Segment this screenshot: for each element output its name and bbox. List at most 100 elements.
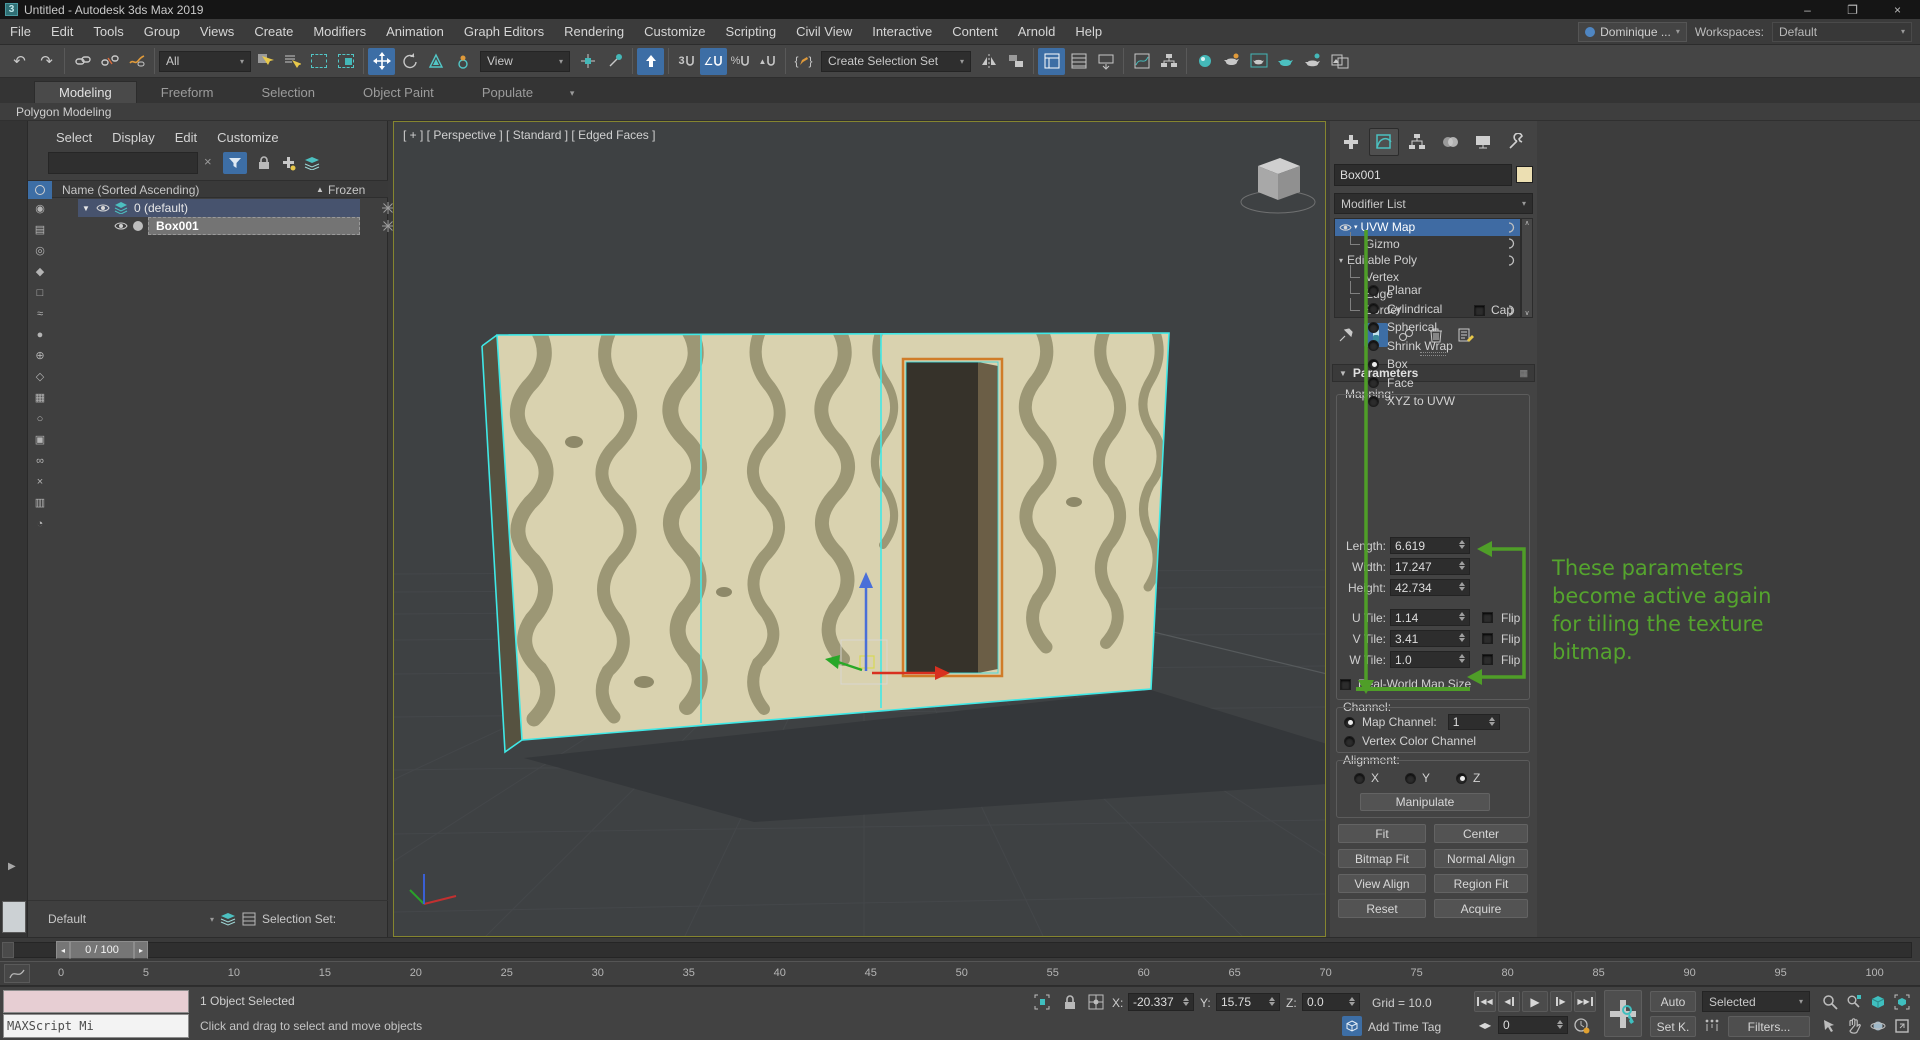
uvw-tool-button[interactable]: Center [1434,824,1528,843]
render-production-icon[interactable] [1272,48,1299,75]
display-geometry-icon[interactable]: ▤ [28,219,52,240]
explorer-column-header[interactable]: Name (Sorted Ascending) ▲ Frozen [28,180,388,199]
x-coordinate-field[interactable]: -20.337 [1128,993,1194,1011]
select-and-link-icon[interactable] [69,48,96,75]
select-by-name-icon[interactable] [278,48,305,75]
menu-item[interactable]: Help [1065,24,1112,39]
edit-named-selection-sets-icon[interactable]: {} [790,48,817,75]
map-channel-field[interactable]: 1 [1447,714,1500,730]
menu-item[interactable]: Group [134,24,190,39]
radio-icon[interactable] [1344,716,1355,728]
display-bones-icon[interactable]: ⊕ [28,345,52,366]
display-cameras-icon[interactable]: ◆ [28,261,52,282]
schematic-view-icon[interactable] [1155,48,1182,75]
uvw-tool-button[interactable]: View Align [1338,874,1426,893]
menu-item[interactable]: Content [942,24,1008,39]
material-editor-icon[interactable] [1191,48,1218,75]
select-and-rotate-icon[interactable] [395,48,422,75]
menu-item[interactable]: File [0,24,41,39]
layers-icon[interactable] [300,152,324,174]
vertex-color-row[interactable]: Vertex Color Channel [1344,734,1476,748]
panel-expander-icon[interactable]: ▶ [8,861,16,872]
absolute-offset-mode-icon[interactable] [1084,991,1107,1013]
select-object-icon[interactable] [251,48,278,75]
color-swatch[interactable] [2,901,26,933]
radio-icon[interactable] [1368,340,1379,352]
y-coordinate-field[interactable]: 15.75 [1216,993,1280,1011]
menu-item[interactable]: Customize [634,24,715,39]
cap-option[interactable]: Cap [1474,303,1513,317]
use-pivot-point-center-icon[interactable] [574,48,601,75]
reference-coordinate-system-dropdown[interactable]: View ▾ [480,50,570,72]
eye-icon[interactable] [96,203,110,213]
pan-icon[interactable] [1842,1015,1865,1037]
redo-icon[interactable]: ↷ [33,48,60,75]
viewport-label[interactable]: [ + ] [ Perspective ] [ Standard ] [ Edg… [403,128,655,142]
auto-key-button[interactable]: Auto [1650,991,1696,1012]
display-groups-icon[interactable]: ▦ [28,387,52,408]
open-gallery-icon[interactable] [1326,48,1353,75]
menu-item[interactable]: Edit [41,24,83,39]
current-frame-field[interactable]: 0 [1498,1016,1568,1034]
display-frozen-icon[interactable]: ∞ [28,450,52,471]
table-row[interactable]: ▼ 0 (default) [52,199,394,217]
tab-utilities[interactable] [1501,128,1531,156]
mapping-radio-row[interactable]: Box [1330,355,1530,374]
clear-search-icon[interactable]: × [204,154,212,169]
mini-curve-editor-icon[interactable] [4,964,30,983]
time-slider-value[interactable]: 0 / 100 [70,941,134,959]
unlink-selection-icon[interactable] [96,48,123,75]
percent-snap-toggle-icon[interactable]: % [727,48,754,75]
go-to-start-button[interactable]: ◀◀ [1474,991,1496,1012]
display-xrefs-icon[interactable]: ○ [28,408,52,429]
add-time-tag-label[interactable]: Add Time Tag [1368,1020,1441,1034]
selection-lock-icon[interactable] [1058,991,1081,1013]
radio-icon[interactable] [1368,377,1379,389]
spinner-field[interactable]: 17.247 [1390,558,1470,575]
viewport-canvas[interactable]: [ + ] [ Perspective ] [ Standard ] [ Edg… [393,121,1326,937]
previous-frame-icon[interactable]: ◂ [56,941,70,959]
isolate-selection-icon[interactable] [1030,991,1053,1013]
flip-checkbox[interactable] [1482,612,1493,623]
modifier-lamp-icon[interactable] [1507,222,1516,233]
spinner-field[interactable]: 3.41 [1390,630,1470,647]
explorer-menu-item[interactable]: Select [56,130,92,145]
modifier-label[interactable]: UVW Map [1361,220,1416,234]
toggle-ribbon-icon[interactable] [1092,48,1119,75]
menu-item[interactable]: Animation [376,24,454,39]
radio-icon[interactable] [1354,772,1365,784]
spinner-snap-toggle-icon[interactable]: ▲ [754,48,781,75]
previous-frame-button[interactable]: ◀ [1498,991,1520,1012]
ribbon-config-dropdown[interactable]: ▾ [557,83,587,103]
time-configuration-icon[interactable] [1570,1015,1593,1037]
frame-nudge-buttons[interactable]: ◀▶ [1474,1015,1496,1036]
radio-icon[interactable] [1405,772,1417,784]
mapping-radio-row[interactable]: Planar [1330,281,1530,300]
radio-icon[interactable] [1368,284,1379,296]
radio-icon[interactable] [1344,735,1355,747]
object-name-field[interactable]: Box001 [1334,164,1512,186]
spinner-arrows[interactable] [1459,581,1465,594]
orbit-icon[interactable] [1866,1015,1889,1037]
manipulate-button[interactable]: Manipulate [1360,793,1490,811]
display-containers-icon[interactable]: ◇ [28,366,52,387]
layer-list-icon[interactable] [242,912,256,926]
key-filters-icon[interactable] [1700,1015,1723,1037]
menu-item[interactable]: Arnold [1008,24,1066,39]
window-crossing-toggle-icon[interactable] [332,48,359,75]
object-color-swatch[interactable] [1516,166,1533,183]
menu-item[interactable]: Graph Editors [454,24,554,39]
zoom-region-icon[interactable] [1818,1015,1841,1037]
menu-item[interactable]: Scripting [716,24,787,39]
radio-icon[interactable] [1368,395,1379,407]
uvw-tool-button[interactable]: Acquire [1434,899,1528,918]
layer-dropdown-caret-icon[interactable]: ▾ [210,915,214,924]
ribbon-tab[interactable]: Freeform [137,81,238,103]
select-and-move-icon[interactable] [368,47,395,75]
uvw-tool-button[interactable]: Normal Align [1434,849,1528,868]
maxscript-mini-listener[interactable]: MAXScript Mi [3,1014,189,1038]
axis-radio[interactable]: Z [1456,771,1480,785]
modifier-stack-row[interactable]: ▾ ▾ Gizmo [1335,231,1520,253]
mapping-option-label[interactable]: Shrink Wrap [1387,339,1453,353]
go-to-end-button[interactable]: ▶▶ [1574,991,1596,1012]
